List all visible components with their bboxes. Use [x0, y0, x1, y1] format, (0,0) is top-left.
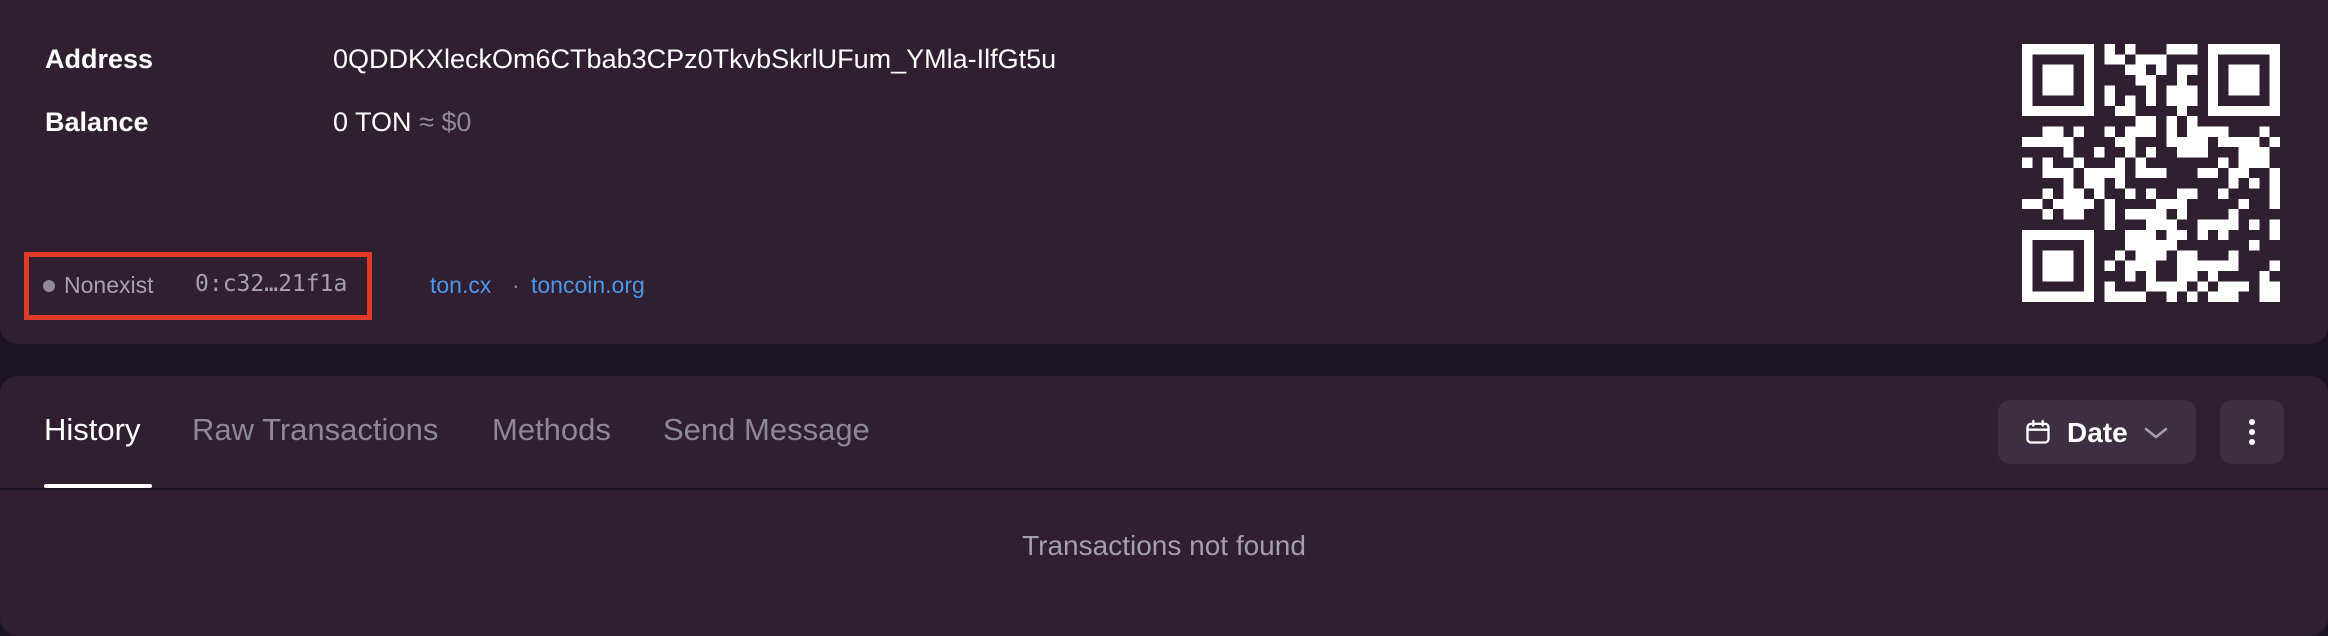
- status-dot-icon: [43, 280, 55, 292]
- tab-methods[interactable]: Methods: [492, 412, 611, 448]
- chevron-down-icon: [2144, 427, 2168, 439]
- account-status: Nonexist: [64, 272, 154, 298]
- balance-fiat: ≈ $0: [419, 107, 472, 137]
- more-options-button[interactable]: [2220, 400, 2284, 464]
- balance-label: Balance: [45, 107, 149, 137]
- address-label: Address: [45, 44, 154, 74]
- link-toncoin-org[interactable]: toncoin.org: [531, 272, 645, 299]
- date-filter-button[interactable]: Date: [1998, 400, 2196, 464]
- tabs-divider: [0, 488, 2328, 490]
- calendar-icon: [2026, 419, 2050, 444]
- tab-send-message[interactable]: Send Message: [663, 412, 870, 448]
- raw-address[interactable]: 0:c32…21f1a: [195, 271, 347, 297]
- link-separator: ·: [512, 272, 520, 298]
- qr-code-icon[interactable]: [2022, 44, 2280, 302]
- tab-raw-transactions[interactable]: Raw Transactions: [192, 412, 438, 448]
- address-value[interactable]: 0QDDKXleckOm6CTbab3CPz0TkvbSkrlUFum_YMla…: [333, 44, 1056, 75]
- tab-history[interactable]: History: [44, 412, 140, 448]
- date-filter-label: Date: [2067, 417, 2128, 448]
- more-vertical-icon: [2249, 419, 2255, 445]
- link-ton-cx[interactable]: ton.cx: [430, 272, 491, 299]
- empty-state-message: Transactions not found: [1022, 530, 1306, 561]
- balance-value: 0 TON ≈ $0: [333, 107, 471, 138]
- balance-ton: 0 TON: [333, 107, 412, 137]
